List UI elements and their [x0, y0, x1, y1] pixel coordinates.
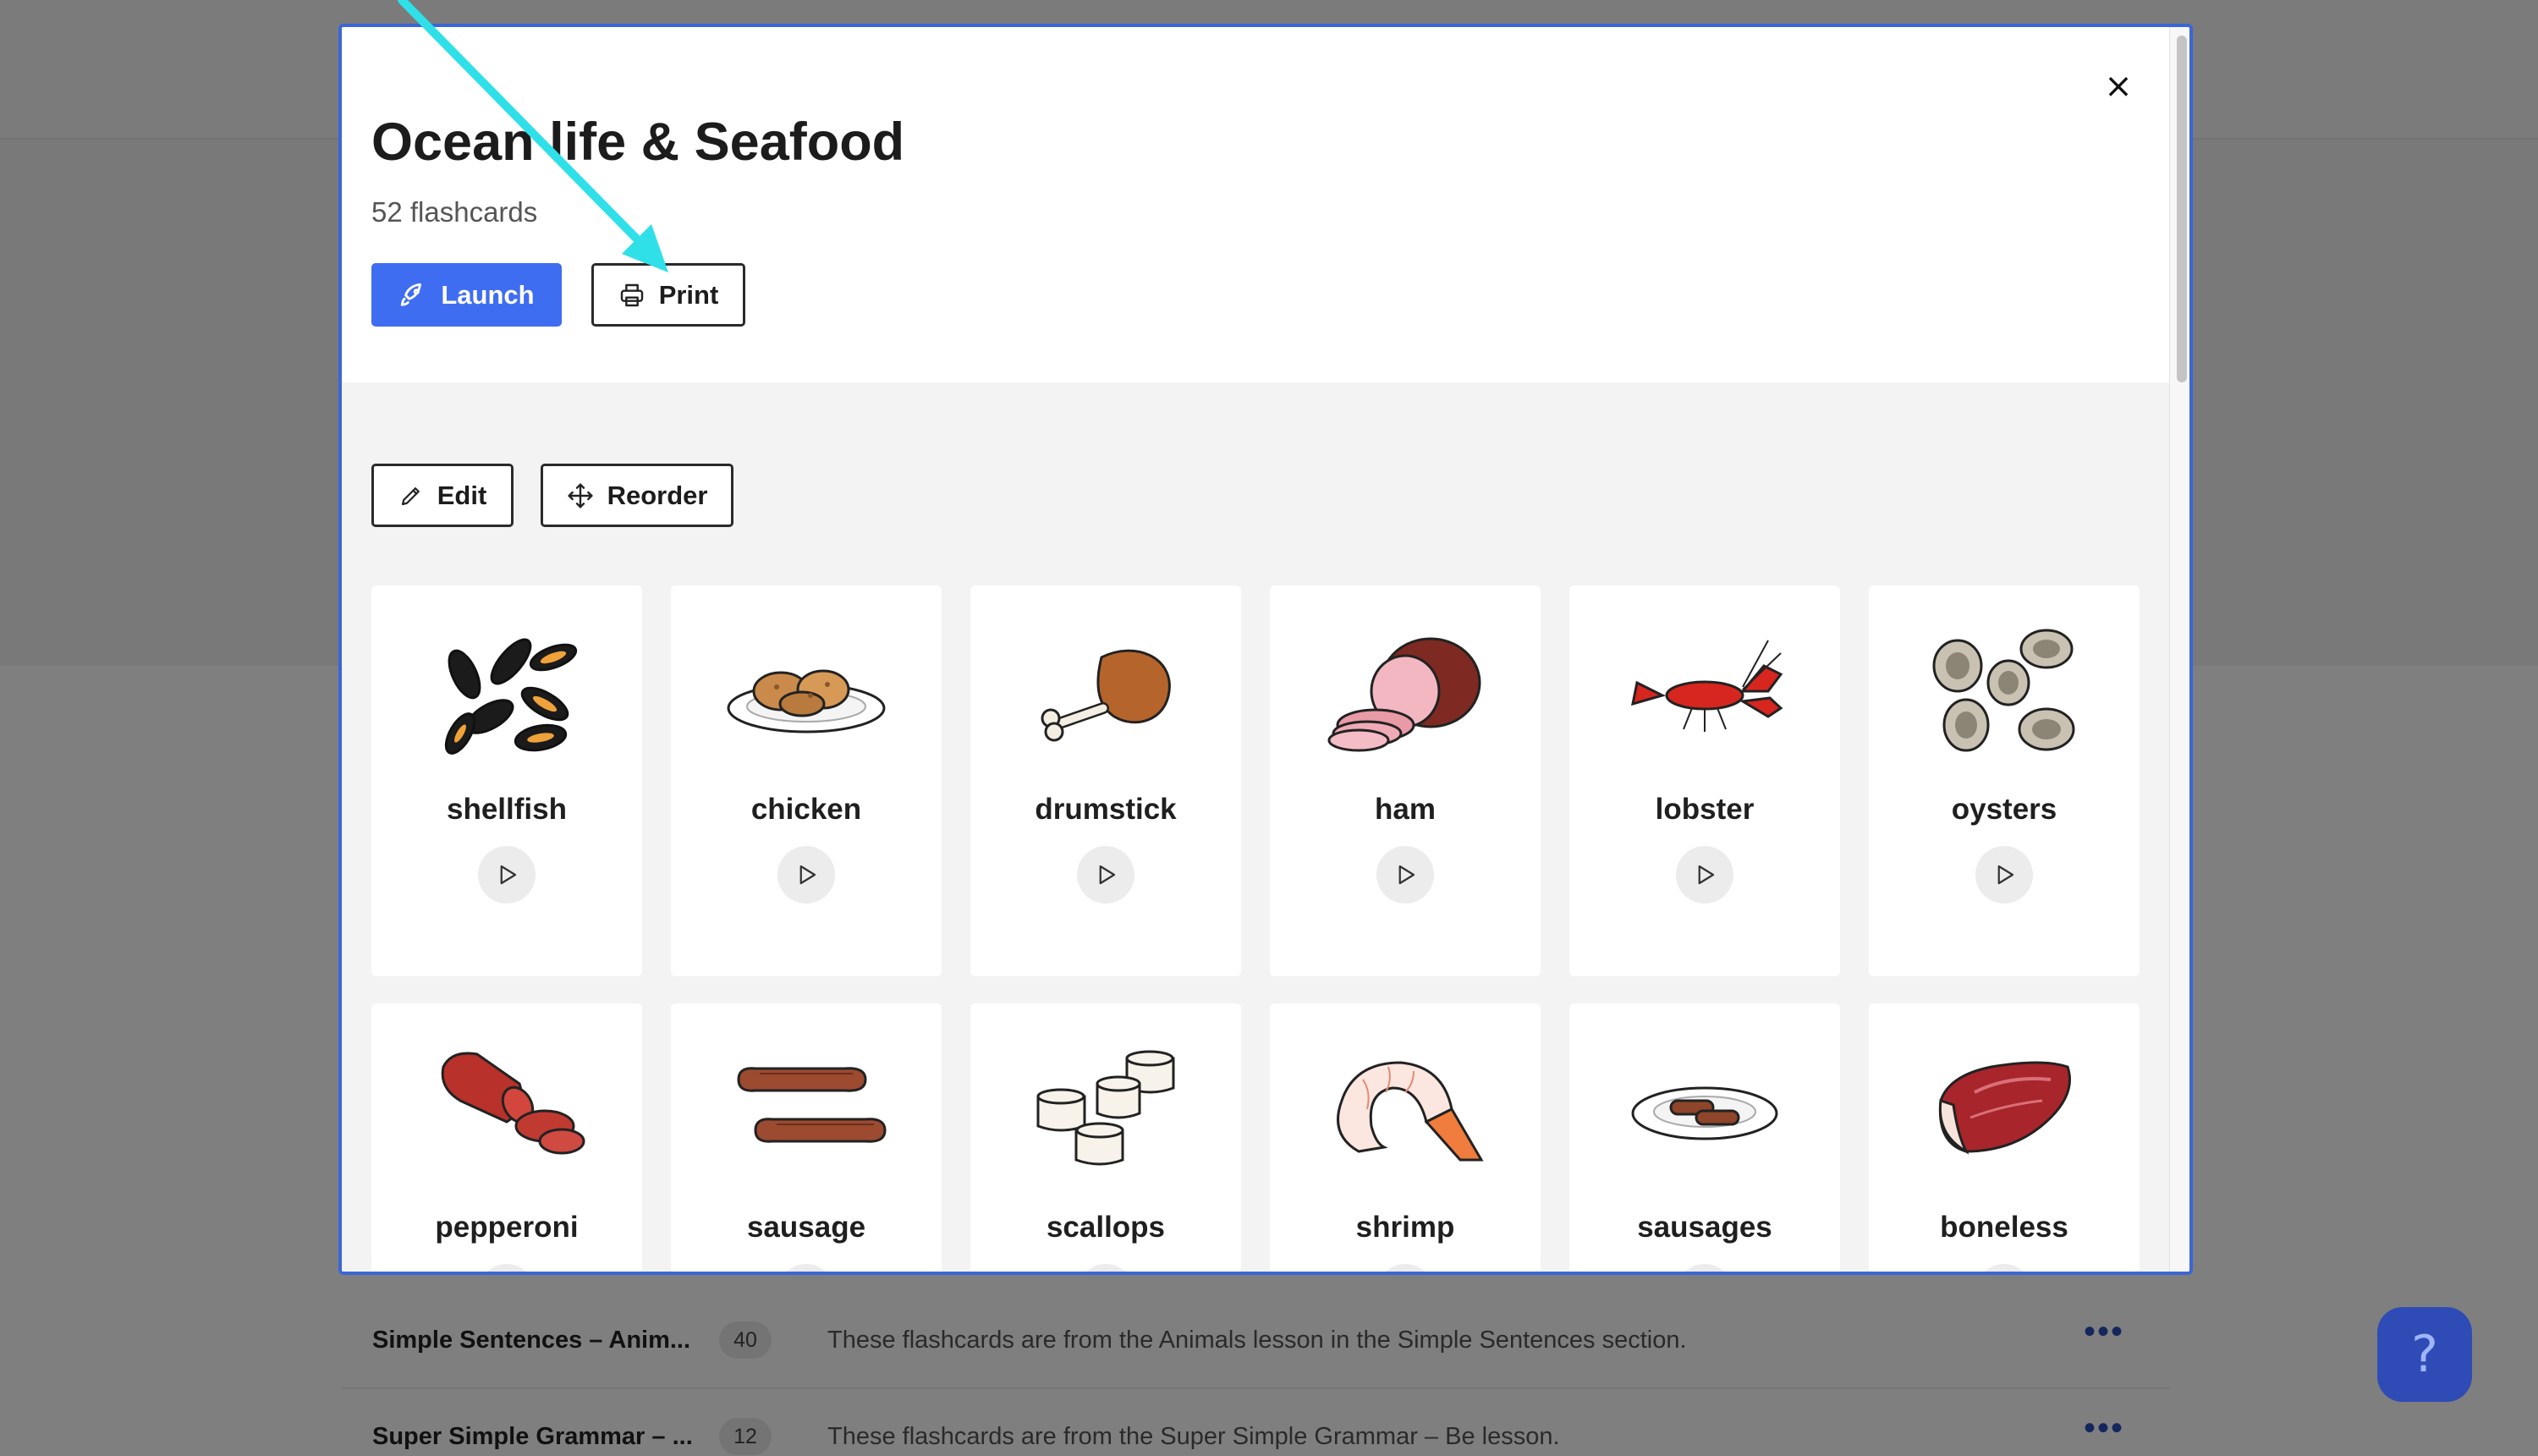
- flashcard-label: shrimp: [1355, 1211, 1455, 1244]
- play-icon: [1997, 865, 2014, 885]
- flashcard[interactable]: shellfish: [371, 585, 642, 976]
- reorder-button[interactable]: Reorder: [541, 464, 733, 527]
- flashcard-label: chicken: [750, 793, 862, 826]
- pencil-icon: [398, 483, 424, 508]
- flashcard[interactable]: oysters: [1869, 585, 2140, 976]
- flashcard-label: ham: [1375, 793, 1436, 826]
- reorder-label: Reorder: [607, 480, 708, 510]
- play-icon: [1398, 865, 1415, 885]
- sausage-image: [722, 1037, 891, 1181]
- pepperoni-image: [422, 1037, 591, 1181]
- flashcard-set-modal: × Ocean life & Seafood 52 flashcards Lau…: [338, 24, 2193, 1275]
- scallops-image: [1021, 1037, 1190, 1181]
- rocket-icon: [398, 281, 427, 310]
- modal-header: × Ocean life & Seafood 52 flashcards Lau…: [342, 27, 2169, 382]
- modal-scrollbar[interactable]: [2169, 27, 2189, 1272]
- flashcard[interactable]: pepperoni: [371, 1003, 642, 1272]
- boneless-meat-image: [1920, 1037, 2089, 1181]
- flashcard-label: shellfish: [447, 793, 567, 826]
- flashcard[interactable]: ham: [1270, 585, 1541, 976]
- flashcard-label: scallops: [1046, 1211, 1166, 1244]
- help-button[interactable]: ?: [2377, 1307, 2472, 1402]
- oysters-image: [1920, 619, 2089, 763]
- flashcard-count: 52 flashcards: [371, 196, 538, 228]
- play-icon: [799, 865, 816, 885]
- drumstick-image: [1021, 619, 1190, 763]
- flashcard-label: lobster: [1655, 793, 1755, 826]
- play-audio-button[interactable]: [1975, 1264, 2033, 1272]
- flashcard[interactable]: boneless: [1869, 1003, 2140, 1272]
- scrollbar-thumb[interactable]: [2177, 36, 2187, 382]
- ham-image: [1321, 619, 1490, 763]
- edit-label: Edit: [437, 480, 487, 510]
- mussels-image: [422, 619, 591, 763]
- help-icon: ?: [2411, 1325, 2438, 1384]
- close-button[interactable]: ×: [2097, 65, 2140, 107]
- play-audio-button[interactable]: [1077, 1264, 1134, 1272]
- print-label: Print: [658, 279, 719, 310]
- print-button[interactable]: Print: [591, 263, 745, 327]
- play-audio-button[interactable]: [1676, 846, 1733, 904]
- play-audio-button[interactable]: [777, 1264, 835, 1272]
- play-audio-button[interactable]: [478, 1264, 536, 1272]
- flashcard[interactable]: sausage: [671, 1003, 942, 1272]
- play-audio-button[interactable]: [478, 846, 536, 904]
- flashcard-label: sausage: [746, 1211, 866, 1244]
- flashcard-label: oysters: [1951, 793, 2057, 826]
- shrimp-image: [1321, 1037, 1490, 1181]
- play-audio-button[interactable]: [1376, 1264, 1434, 1272]
- flashcard[interactable]: chicken: [671, 585, 942, 976]
- fried-chicken-image: [722, 619, 891, 763]
- printer-icon: [618, 282, 645, 309]
- play-audio-button[interactable]: [777, 846, 835, 904]
- flashcard-label: sausages: [1637, 1211, 1772, 1244]
- play-icon: [1698, 865, 1715, 885]
- flashcard[interactable]: lobster: [1569, 585, 1840, 976]
- play-icon: [500, 865, 517, 885]
- play-audio-button[interactable]: [1676, 1264, 1733, 1272]
- play-audio-button[interactable]: [1376, 846, 1434, 904]
- launch-label: Launch: [441, 279, 535, 310]
- flashcard[interactable]: drumstick: [970, 585, 1241, 976]
- launch-button[interactable]: Launch: [371, 263, 562, 327]
- flashcard-label: boneless: [1940, 1211, 2068, 1244]
- play-icon: [1099, 865, 1116, 885]
- flashcard[interactable]: sausages: [1569, 1003, 1840, 1272]
- sausages-plate-image: [1620, 1037, 1789, 1181]
- flashcard[interactable]: scallops: [970, 1003, 1241, 1272]
- flashcards-panel: Edit Reorder shellfish chicken drumstick…: [342, 382, 2169, 1272]
- close-icon: ×: [2104, 67, 2133, 106]
- flashcard[interactable]: shrimp: [1270, 1003, 1541, 1272]
- play-audio-button[interactable]: [1077, 846, 1134, 904]
- move-icon: [567, 482, 594, 509]
- edit-button[interactable]: Edit: [371, 464, 514, 527]
- flashcard-label: drumstick: [1035, 793, 1177, 826]
- play-audio-button[interactable]: [1975, 846, 2033, 904]
- lobster-image: [1620, 619, 1789, 763]
- page-title: Ocean life & Seafood: [371, 113, 905, 172]
- flashcard-label: pepperoni: [435, 1211, 579, 1244]
